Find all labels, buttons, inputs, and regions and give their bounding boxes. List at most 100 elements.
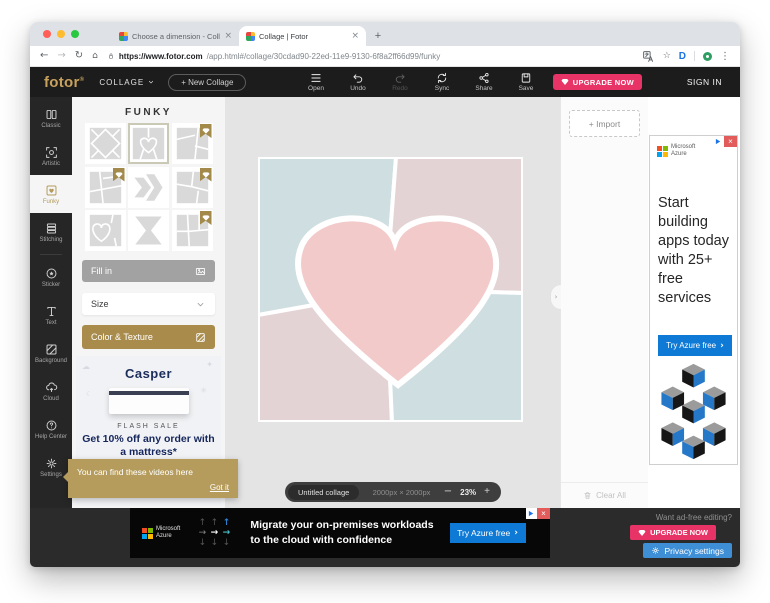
panel-collapse-handle[interactable]: › [550, 284, 561, 310]
layout-thumbnail[interactable] [85, 167, 126, 208]
zoom-out-button[interactable]: − [444, 487, 452, 497]
gear-icon [651, 546, 660, 555]
layout-thumbnail[interactable] [172, 210, 213, 251]
home-icon[interactable]: ⌂ [92, 52, 98, 61]
bookmark-star-icon[interactable]: ☆ [663, 51, 671, 61]
layout-thumbnail[interactable] [85, 210, 126, 251]
azure-bottom-ad[interactable]: × MicrosoftAzure ↑↑↑ →→→ ↓↓↓ Migrate you… [130, 508, 550, 558]
tool-save-button[interactable]: Save [512, 72, 540, 92]
color-texture-button[interactable]: Color & Texture [82, 325, 215, 349]
canvas-status-bar: Untitled collage 2000px × 2000px − 23% + [285, 482, 501, 502]
casper-brand: Casper [76, 356, 221, 381]
microsoft-logo-icon [142, 528, 153, 539]
azure-side-ad[interactable]: × MicrosoftAzure Start building apps tod… [649, 135, 738, 465]
new-collage-button[interactable]: + New Collage [168, 74, 246, 91]
microsoft-azure-logo: MicrosoftAzure [142, 526, 180, 540]
sidebar-item-text[interactable]: Text [30, 296, 72, 334]
padlock-icon [107, 52, 115, 60]
arrows-graphic: ↑↑↑ →→→ ↓↓↓ [196, 518, 232, 548]
layout-thumbnail[interactable] [128, 167, 169, 208]
ad-close-button[interactable]: × [724, 136, 737, 147]
got-it-link[interactable]: Got it [77, 483, 229, 492]
tool-label: Save [519, 85, 534, 92]
clear-all-button[interactable]: Clear All [561, 482, 648, 508]
ad-close-button[interactable]: × [537, 508, 550, 519]
extension-d-icon[interactable]: D [679, 51, 686, 62]
canvas-workspace: Untitled collage 2000px × 2000px − 23% + [225, 97, 560, 508]
browser-toolbar: ← → ↻ ⌂ https://www.fotor.com/app.html#/… [30, 46, 740, 67]
tooltip-text: You can find these videos here [77, 467, 193, 477]
chevron-down-icon [195, 299, 206, 310]
tool-sync-button[interactable]: Sync [428, 72, 456, 92]
upgrade-now-button[interactable]: UPGRADE NOW [630, 525, 716, 540]
fotor-logo[interactable]: fotor® [44, 74, 84, 91]
layout-thumbnail[interactable] [128, 210, 169, 251]
new-tab-button[interactable]: + [366, 26, 390, 46]
size-dropdown[interactable]: Size [82, 293, 215, 315]
import-button[interactable]: + Import [569, 110, 640, 137]
texture-icon [195, 332, 206, 343]
zoom-in-button[interactable]: + [484, 487, 490, 497]
browser-tab[interactable]: Choose a dimension - Collag × [112, 26, 239, 46]
url-path: /app.html#/collage/30cdad90-22ed-11e9-91… [207, 52, 441, 61]
sidebar-item-stitching[interactable]: Stitching [30, 213, 72, 251]
sidebar-item-label: Funky [43, 199, 59, 205]
ad-headline: Start building apps today with 25+ free … [658, 194, 729, 307]
reload-icon[interactable]: ↻ [75, 51, 83, 61]
panel-title: FUNKY [72, 107, 225, 118]
browser-window: Choose a dimension - Collag×Collage | Fo… [30, 22, 740, 567]
sidebar-item-sticker[interactable]: Sticker [30, 258, 72, 296]
import-panel: › + Import Clear All [560, 97, 648, 508]
text-icon [45, 305, 58, 318]
casper-headline: Get 10% off any order with a mattress* [82, 433, 215, 459]
tool-open-button[interactable]: Open [302, 72, 330, 92]
sign-in-button[interactable]: SIGN IN [687, 77, 722, 87]
classic-icon [45, 108, 58, 121]
zoom-window-button[interactable] [71, 30, 79, 38]
sparkle-doodle-icon: ✦ [206, 360, 213, 369]
toolbar-divider [694, 51, 695, 61]
fotor-favicon-icon [246, 32, 255, 41]
sidebar-item-funky[interactable]: Funky [30, 175, 72, 213]
sidebar-item-label: Stitching [39, 237, 62, 243]
privacy-settings-button[interactable]: Privacy settings [643, 543, 732, 558]
extension-circle-icon[interactable] [703, 52, 712, 61]
layout-thumbnail[interactable] [172, 167, 213, 208]
translate-icon[interactable] [642, 50, 655, 63]
address-bar[interactable]: https://www.fotor.com/app.html#/collage/… [107, 52, 633, 61]
sidebar-item-label: Settings [40, 472, 62, 478]
collage-canvas[interactable] [258, 157, 523, 422]
fill-in-button[interactable]: Fill in [82, 260, 215, 282]
tool-redo-button: Redo [386, 72, 414, 92]
sidebar-item-background[interactable]: Background [30, 334, 72, 372]
tool-share-button[interactable]: Share [470, 72, 498, 92]
sidebar-item-cloud[interactable]: Cloud [30, 372, 72, 410]
try-azure-free-button[interactable]: Try Azure free› [658, 335, 732, 356]
browser-menu-icon[interactable]: ⋮ [720, 51, 730, 62]
ad-headline: Migrate your on-premises workloadsto the… [250, 518, 433, 547]
back-icon[interactable]: ← [40, 51, 48, 61]
tool-label: Undo [350, 85, 366, 92]
minimize-window-button[interactable] [57, 30, 65, 38]
layout-thumbnail[interactable] [85, 123, 126, 164]
background-icon [45, 343, 58, 356]
tool-undo-button[interactable]: Undo [344, 72, 372, 92]
try-azure-free-button[interactable]: Try Azure free› [450, 523, 526, 543]
fotor-favicon-icon [119, 32, 128, 41]
sidebar-item-help[interactable]: Help Center [30, 410, 72, 448]
sidebar-item-classic[interactable]: Classic [30, 99, 72, 137]
browser-tab[interactable]: Collage | Fotor× [239, 26, 366, 46]
close-window-button[interactable] [43, 30, 51, 38]
tab-close-icon[interactable]: × [351, 31, 359, 41]
collage-name-field[interactable]: Untitled collage [288, 485, 359, 500]
tab-close-icon[interactable]: × [224, 31, 232, 41]
upgrade-now-button[interactable]: UPGRADE NOW [553, 74, 642, 90]
sidebar-item-artistic[interactable]: Artistic [30, 137, 72, 175]
category-dropdown[interactable]: COLLAGE [99, 78, 155, 87]
tab-title: Choose a dimension - Collag [132, 32, 220, 41]
layout-thumbnail[interactable] [172, 123, 213, 164]
adchoices-icon[interactable] [713, 136, 724, 147]
forward-icon[interactable]: → [57, 51, 65, 61]
adchoices-icon[interactable] [526, 508, 537, 519]
layout-thumbnail[interactable] [128, 123, 169, 164]
